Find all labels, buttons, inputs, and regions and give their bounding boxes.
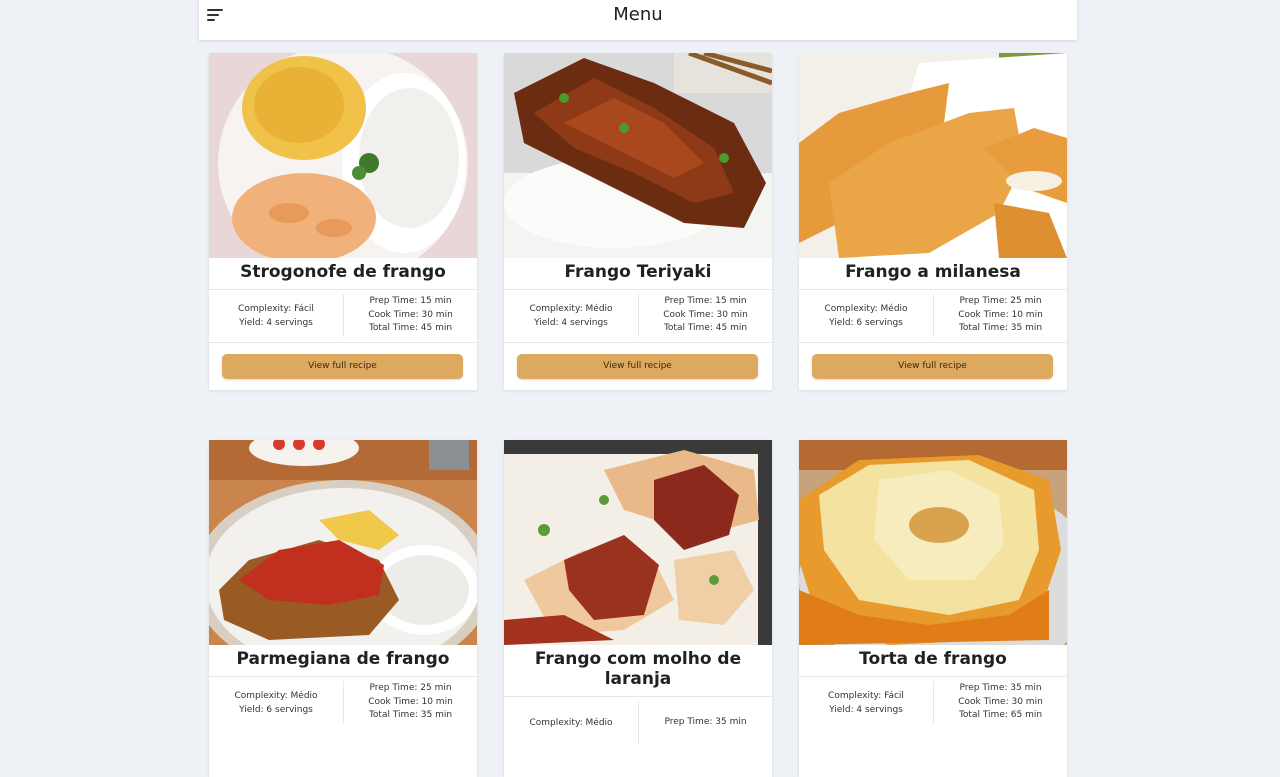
- recipe-title: Frango a milanesa: [845, 262, 1021, 282]
- recipe-info: Complexity: Médio Yield: 6 servings Prep…: [799, 290, 1067, 341]
- page-title: Menu: [613, 4, 663, 25]
- cook-time-text: Cook Time: 10 min: [368, 696, 453, 707]
- prep-time-text: Prep Time: 25 min: [369, 683, 452, 694]
- recipe-card: Frango Teriyaki Complexity: Médio Yield:…: [504, 53, 772, 390]
- complexity-text: Complexity: Médio: [824, 303, 908, 314]
- recipe-info: Complexity: Médio Yield: 4 servings Prep…: [504, 290, 772, 341]
- prep-time-text: Prep Time: 15 min: [664, 296, 747, 307]
- recipe-card: Strogonofe de frango Complexity: Fácil Y…: [209, 53, 477, 390]
- top-app-bar: Menu: [199, 0, 1077, 40]
- complexity-text: Complexity: Médio: [529, 717, 613, 728]
- recipe-card: Parmegiana de frango Complexity: Médio Y…: [209, 440, 477, 777]
- prep-time-text: Prep Time: 25 min: [959, 296, 1042, 307]
- divider: [504, 342, 772, 343]
- total-time-text: Total Time: 45 min: [663, 323, 748, 334]
- divider: [799, 342, 1067, 343]
- yield-text: Yield: 6 servings: [239, 704, 313, 715]
- complexity-text: Complexity: Médio: [529, 303, 613, 314]
- recipe-image[interactable]: [209, 440, 477, 645]
- recipe-title: Strogonofe de frango: [240, 262, 446, 282]
- yield-text: Yield: 4 servings: [534, 317, 608, 328]
- recipe-card: Frango a milanesa Complexity: Médio Yiel…: [799, 53, 1067, 390]
- view-full-recipe-button[interactable]: View full recipe: [517, 354, 758, 379]
- total-time-text: Total Time: 35 min: [368, 710, 453, 721]
- recipe-title: Torta de frango: [859, 649, 1007, 669]
- yield-text: Yield: 4 servings: [829, 704, 903, 715]
- cook-time-text: Cook Time: 30 min: [958, 696, 1043, 707]
- cook-time-text: Cook Time: 10 min: [958, 309, 1043, 320]
- recipe-image[interactable]: [799, 440, 1067, 645]
- total-time-text: Total Time: 35 min: [958, 323, 1043, 334]
- recipe-image[interactable]: [504, 53, 772, 258]
- yield-text: Yield: 6 servings: [829, 317, 903, 328]
- recipe-image[interactable]: [504, 440, 772, 645]
- complexity-text: Complexity: Fácil: [238, 303, 314, 314]
- prep-time-text: Prep Time: 15 min: [369, 296, 452, 307]
- recipe-card: Torta de frango Complexity: Fácil Yield:…: [799, 440, 1067, 777]
- divider: [209, 342, 477, 343]
- recipe-info: Complexity: Fácil Yield: 4 servings Prep…: [799, 677, 1067, 728]
- complexity-text: Complexity: Fácil: [828, 690, 904, 701]
- prep-time-text: Prep Time: 35 min: [959, 683, 1042, 694]
- recipe-info: Complexity: Fácil Yield: 4 servings Prep…: [209, 290, 477, 341]
- recipe-title: Frango com molho de laranja: [534, 649, 742, 689]
- cook-time-text: Cook Time: 30 min: [663, 309, 748, 320]
- recipe-title: Parmegiana de frango: [236, 649, 450, 669]
- recipe-title: Frango Teriyaki: [564, 262, 712, 282]
- view-full-recipe-button[interactable]: View full recipe: [812, 354, 1053, 379]
- yield-text: Yield: 4 servings: [239, 317, 313, 328]
- recipe-card: Frango com molho de laranja Complexity: …: [504, 440, 772, 777]
- recipe-info: Complexity: Médio Prep Time: 35 min: [504, 697, 772, 748]
- prep-time-text: Prep Time: 35 min: [664, 716, 747, 727]
- total-time-text: Total Time: 45 min: [368, 323, 453, 334]
- complexity-text: Complexity: Médio: [234, 690, 318, 701]
- recipe-image[interactable]: [209, 53, 477, 258]
- cook-time-text: Cook Time: 30 min: [368, 309, 453, 320]
- recipe-image[interactable]: [799, 53, 1067, 258]
- total-time-text: Total Time: 65 min: [958, 710, 1043, 721]
- view-full-recipe-button[interactable]: View full recipe: [222, 354, 463, 379]
- recipe-info: Complexity: Médio Yield: 6 servings Prep…: [209, 677, 477, 728]
